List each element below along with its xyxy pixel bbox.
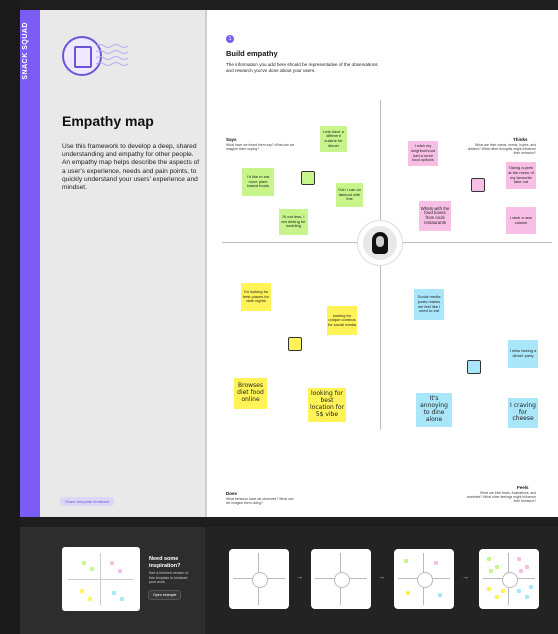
sticky-note[interactable]: I'll eat less, I am dieting for wedding [279,209,308,235]
step-number-badge: 1 [226,35,234,43]
step-thumbnail-full[interactable] [479,549,539,609]
canvas-subtitle: The information you add here should be r… [226,62,378,73]
left-strip [0,0,20,634]
quadrant-does-title: Does [226,491,238,496]
hand-icon [288,337,302,351]
quadrant-says-title: Says [226,137,237,142]
page-title: Empathy map [62,113,154,129]
step-thumbnail-partial[interactable] [394,549,454,609]
sticky-note[interactable]: I miss having a dinner party [508,340,538,368]
speech-bubble-icon [471,178,485,192]
quadrant-thinks-title: Thinks [513,137,528,142]
quadrant-thinks-sub: What are their wants, needs, hopes, and … [467,143,536,156]
sticky-note[interactable]: Taking a peek at the menu of my favourit… [506,162,536,189]
example-thumbnail[interactable] [62,547,140,611]
sticky-note[interactable]: I'm looking for best places for date nig… [241,283,271,311]
sticky-note[interactable]: I wish my neighborhood had a more food o… [408,141,438,166]
sticky-note[interactable]: Browses diet food online [234,378,267,409]
chat-icon [301,171,315,185]
quadrant-feels-sub: What are their fears, frustrations, and … [466,491,536,504]
step-thumbnail-avatar[interactable] [311,549,371,609]
sticky-note[interactable]: looking for unique combos for social med… [327,306,357,335]
quadrant-feels-title: Feels [517,485,529,490]
brand-bar: SNACK SQUAD [20,10,40,517]
persona-avatar [357,220,403,266]
sticky-note[interactable]: Lets have a different cuisine for dinner [320,126,347,152]
quadrant-does-sub: What behavior have we observed? What can… [226,497,294,506]
arrow-right-icon: → [462,574,469,581]
canvas-title: Build empathy [226,49,278,58]
brand-label: SNACK SQUAD [22,22,29,80]
inspiration-subtitle: See a finished version of this template … [149,571,189,585]
sticky-note[interactable]: Ooh I can do takeout with this [336,183,363,207]
sticky-note[interactable]: Whats with the food boxes from local res… [419,201,451,231]
page-description: Use this framework to develop a deep, sh… [62,143,200,192]
feedback-button[interactable]: Share template feedback [60,497,115,506]
heart-icon [467,360,481,374]
sticky-note[interactable]: Social media posts makes me feel like I … [414,289,444,320]
waves-decoration [96,44,129,66]
inspiration-title: Need some inspiration? [149,556,181,569]
open-example-button[interactable]: Open example [148,590,182,600]
sticky-note[interactable]: looking for best location for 5$ vibe [308,388,346,422]
sticky-note[interactable]: I craving for cheese [508,398,538,428]
instructions-panel [40,10,205,517]
arrow-right-icon: → [296,574,303,581]
step-thumbnail-empty[interactable] [229,549,289,609]
sticky-note[interactable]: I'd like to eat more plant based foods [242,168,274,196]
arrow-right-icon: → [378,574,385,581]
sticky-note[interactable]: It's annoying to dine alone [416,393,452,427]
sticky-note[interactable]: I wish a new cuisine [506,207,536,234]
quadrant-says-sub: What have we heard them say? What can we… [226,143,295,152]
